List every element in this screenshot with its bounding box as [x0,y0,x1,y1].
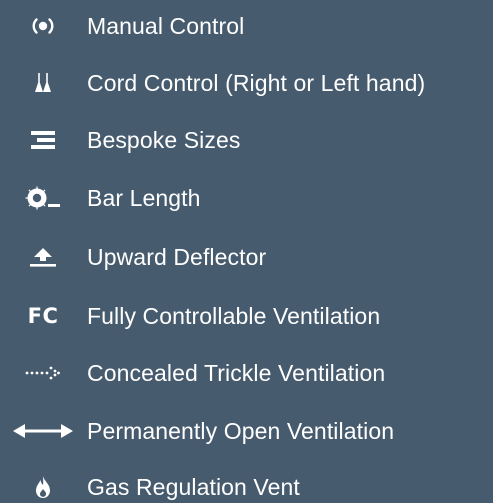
feature-label: Upward Deflector [87,244,267,270]
cord-pulls-icon [10,63,76,103]
flame-icon [10,467,76,503]
stacked-bars-icon [10,120,76,160]
feature-label: Fully Controllable Ventilation [87,303,381,329]
feature-item-gas-regulation-vent: Gas Regulation Vent [0,467,493,503]
feature-label: Concealed Trickle Ventilation [87,360,386,386]
dotted-arrow-icon [10,353,76,393]
feature-item-upward-deflector: Upward Deflector [0,237,493,277]
radio-signal-icon [10,6,76,46]
feature-label: Gas Regulation Vent [87,474,300,500]
fc-icon-text: FC [27,304,59,328]
feature-label: Bespoke Sizes [87,127,241,153]
feature-item-fully-controllable-ventilation: FC Fully Controllable Ventilation [0,296,493,336]
feature-item-cord-control: Cord Control (Right or Left hand) [0,63,493,103]
feature-label: Cord Control (Right or Left hand) [87,70,426,96]
feature-item-manual-control: Manual Control [0,6,493,46]
feature-item-bespoke-sizes: Bespoke Sizes [0,120,493,160]
feature-item-permanently-open-ventilation: Permanently Open Ventilation [0,411,493,451]
upward-arrow-icon [10,237,76,277]
bar-length-icon [10,178,76,218]
feature-list: Manual Control Cord Control (Right or Le… [0,0,493,503]
fc-icon: FC [10,296,76,336]
feature-item-bar-length: Bar Length [0,178,493,218]
feature-label: Manual Control [87,13,245,39]
feature-label: Bar Length [87,185,201,211]
feature-item-concealed-trickle-ventilation: Concealed Trickle Ventilation [0,353,493,393]
feature-label: Permanently Open Ventilation [87,418,395,444]
double-arrow-icon [10,411,76,451]
